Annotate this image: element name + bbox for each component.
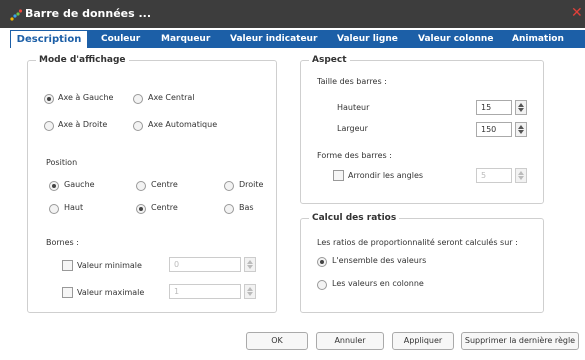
- tab-description[interactable]: Description: [10, 30, 88, 48]
- tab-marqueur[interactable]: Marqueur: [161, 30, 210, 48]
- bar-width-label: Largeur: [337, 124, 368, 133]
- max-value-checkbox[interactable]: [62, 287, 73, 298]
- title-bar: Barre de données ... ✕: [0, 0, 585, 28]
- max-value-label: Valeur maximale: [77, 288, 145, 297]
- position-label: Position: [46, 158, 78, 167]
- ratio-column-values-label: Les valeurs en colonne: [332, 279, 424, 288]
- arrow-up-icon: [247, 287, 253, 291]
- axis-auto-label: Axe Automatique: [148, 120, 218, 129]
- arrow-down-icon: [518, 176, 524, 180]
- bar-width-stepper[interactable]: [515, 122, 527, 137]
- position-center-h-radio[interactable]: [136, 181, 146, 191]
- position-center-v-label: Centre: [151, 203, 178, 212]
- ok-button[interactable]: OK: [246, 332, 308, 350]
- axis-central-radio[interactable]: [133, 94, 143, 104]
- round-corners-input[interactable]: 5: [476, 168, 512, 183]
- arrow-up-icon: [518, 103, 524, 107]
- axis-right-radio[interactable]: [44, 121, 54, 131]
- cancel-button[interactable]: Annuler: [316, 332, 384, 350]
- min-value-input[interactable]: 0: [169, 257, 241, 272]
- position-center-v-radio[interactable]: [136, 204, 146, 214]
- arrow-up-icon: [518, 171, 524, 175]
- tab-valeur-ligne[interactable]: Valeur ligne: [337, 30, 398, 48]
- round-corners-label: Arrondir les angles: [348, 171, 424, 180]
- delete-last-rule-button[interactable]: Supprimer la dernière règle: [461, 332, 579, 350]
- bar-height-input[interactable]: 15: [476, 100, 512, 115]
- position-left-radio[interactable]: [49, 181, 59, 191]
- position-right-radio[interactable]: [224, 181, 234, 191]
- apply-button[interactable]: Appliquer: [392, 332, 454, 350]
- bounds-label: Bornes :: [46, 238, 79, 247]
- arrow-down-icon: [518, 130, 524, 134]
- window-title: Barre de données ...: [25, 7, 152, 20]
- tab-animation[interactable]: Animation: [512, 30, 564, 48]
- arrow-up-icon: [247, 260, 253, 264]
- arrow-down-icon: [518, 108, 524, 112]
- bar-width-input[interactable]: 150: [476, 122, 512, 137]
- tab-bar: Description Couleur Marqueur Valeur indi…: [10, 30, 585, 48]
- arrow-down-icon: [247, 265, 253, 269]
- axis-central-label: Axe Central: [148, 93, 195, 102]
- ratio-all-values-label: L'ensemble des valeurs: [332, 256, 427, 265]
- bar-size-label: Taille des barres :: [317, 77, 387, 86]
- axis-left-label: Axe à Gauche: [58, 93, 114, 102]
- bar-height-stepper[interactable]: [515, 100, 527, 115]
- close-icon[interactable]: ✕: [571, 5, 583, 21]
- max-value-spinner: 1: [169, 284, 257, 299]
- aspect-legend: Aspect: [312, 55, 347, 65]
- position-right-label: Droite: [239, 180, 264, 189]
- bar-shape-label: Forme des barres :: [317, 151, 392, 160]
- ratio-column-values-radio[interactable]: [317, 280, 327, 290]
- max-value-input[interactable]: 1: [169, 284, 241, 299]
- tab-valeur-colonne[interactable]: Valeur colonne: [418, 30, 493, 48]
- ratio-all-values-radio[interactable]: [317, 257, 327, 267]
- position-left-label: Gauche: [64, 180, 95, 189]
- round-corners-spinner: 5: [476, 168, 528, 183]
- axis-left-radio[interactable]: [44, 94, 54, 104]
- tab-valeur-indicateur[interactable]: Valeur indicateur: [230, 30, 317, 48]
- bar-height-spinner: 15: [476, 100, 528, 115]
- min-value-spinner: 0: [169, 257, 257, 272]
- min-value-label: Valeur minimale: [77, 261, 142, 270]
- arrow-down-icon: [247, 292, 253, 296]
- ratios-description: Les ratios de proportionnalité seront ca…: [317, 238, 518, 247]
- min-value-stepper[interactable]: [244, 257, 256, 272]
- axis-auto-radio[interactable]: [133, 121, 143, 131]
- bar-width-spinner: 150: [476, 122, 528, 137]
- round-corners-stepper[interactable]: [515, 168, 527, 183]
- position-top-radio[interactable]: [49, 204, 59, 214]
- position-center-h-label: Centre: [151, 180, 178, 189]
- min-value-checkbox[interactable]: [62, 260, 73, 271]
- max-value-stepper[interactable]: [244, 284, 256, 299]
- round-corners-checkbox[interactable]: [333, 170, 344, 181]
- position-bottom-label: Bas: [239, 203, 254, 212]
- bar-height-label: Hauteur: [337, 103, 370, 112]
- position-top-label: Haut: [64, 203, 84, 212]
- display-mode-legend: Mode d'affichage: [39, 55, 126, 65]
- tab-couleur[interactable]: Couleur: [101, 30, 140, 48]
- arrow-up-icon: [518, 125, 524, 129]
- axis-right-label: Axe à Droite: [58, 120, 108, 129]
- ratios-legend: Calcul des ratios: [312, 213, 397, 223]
- position-bottom-radio[interactable]: [224, 204, 234, 214]
- dot-chart-icon: [10, 9, 22, 21]
